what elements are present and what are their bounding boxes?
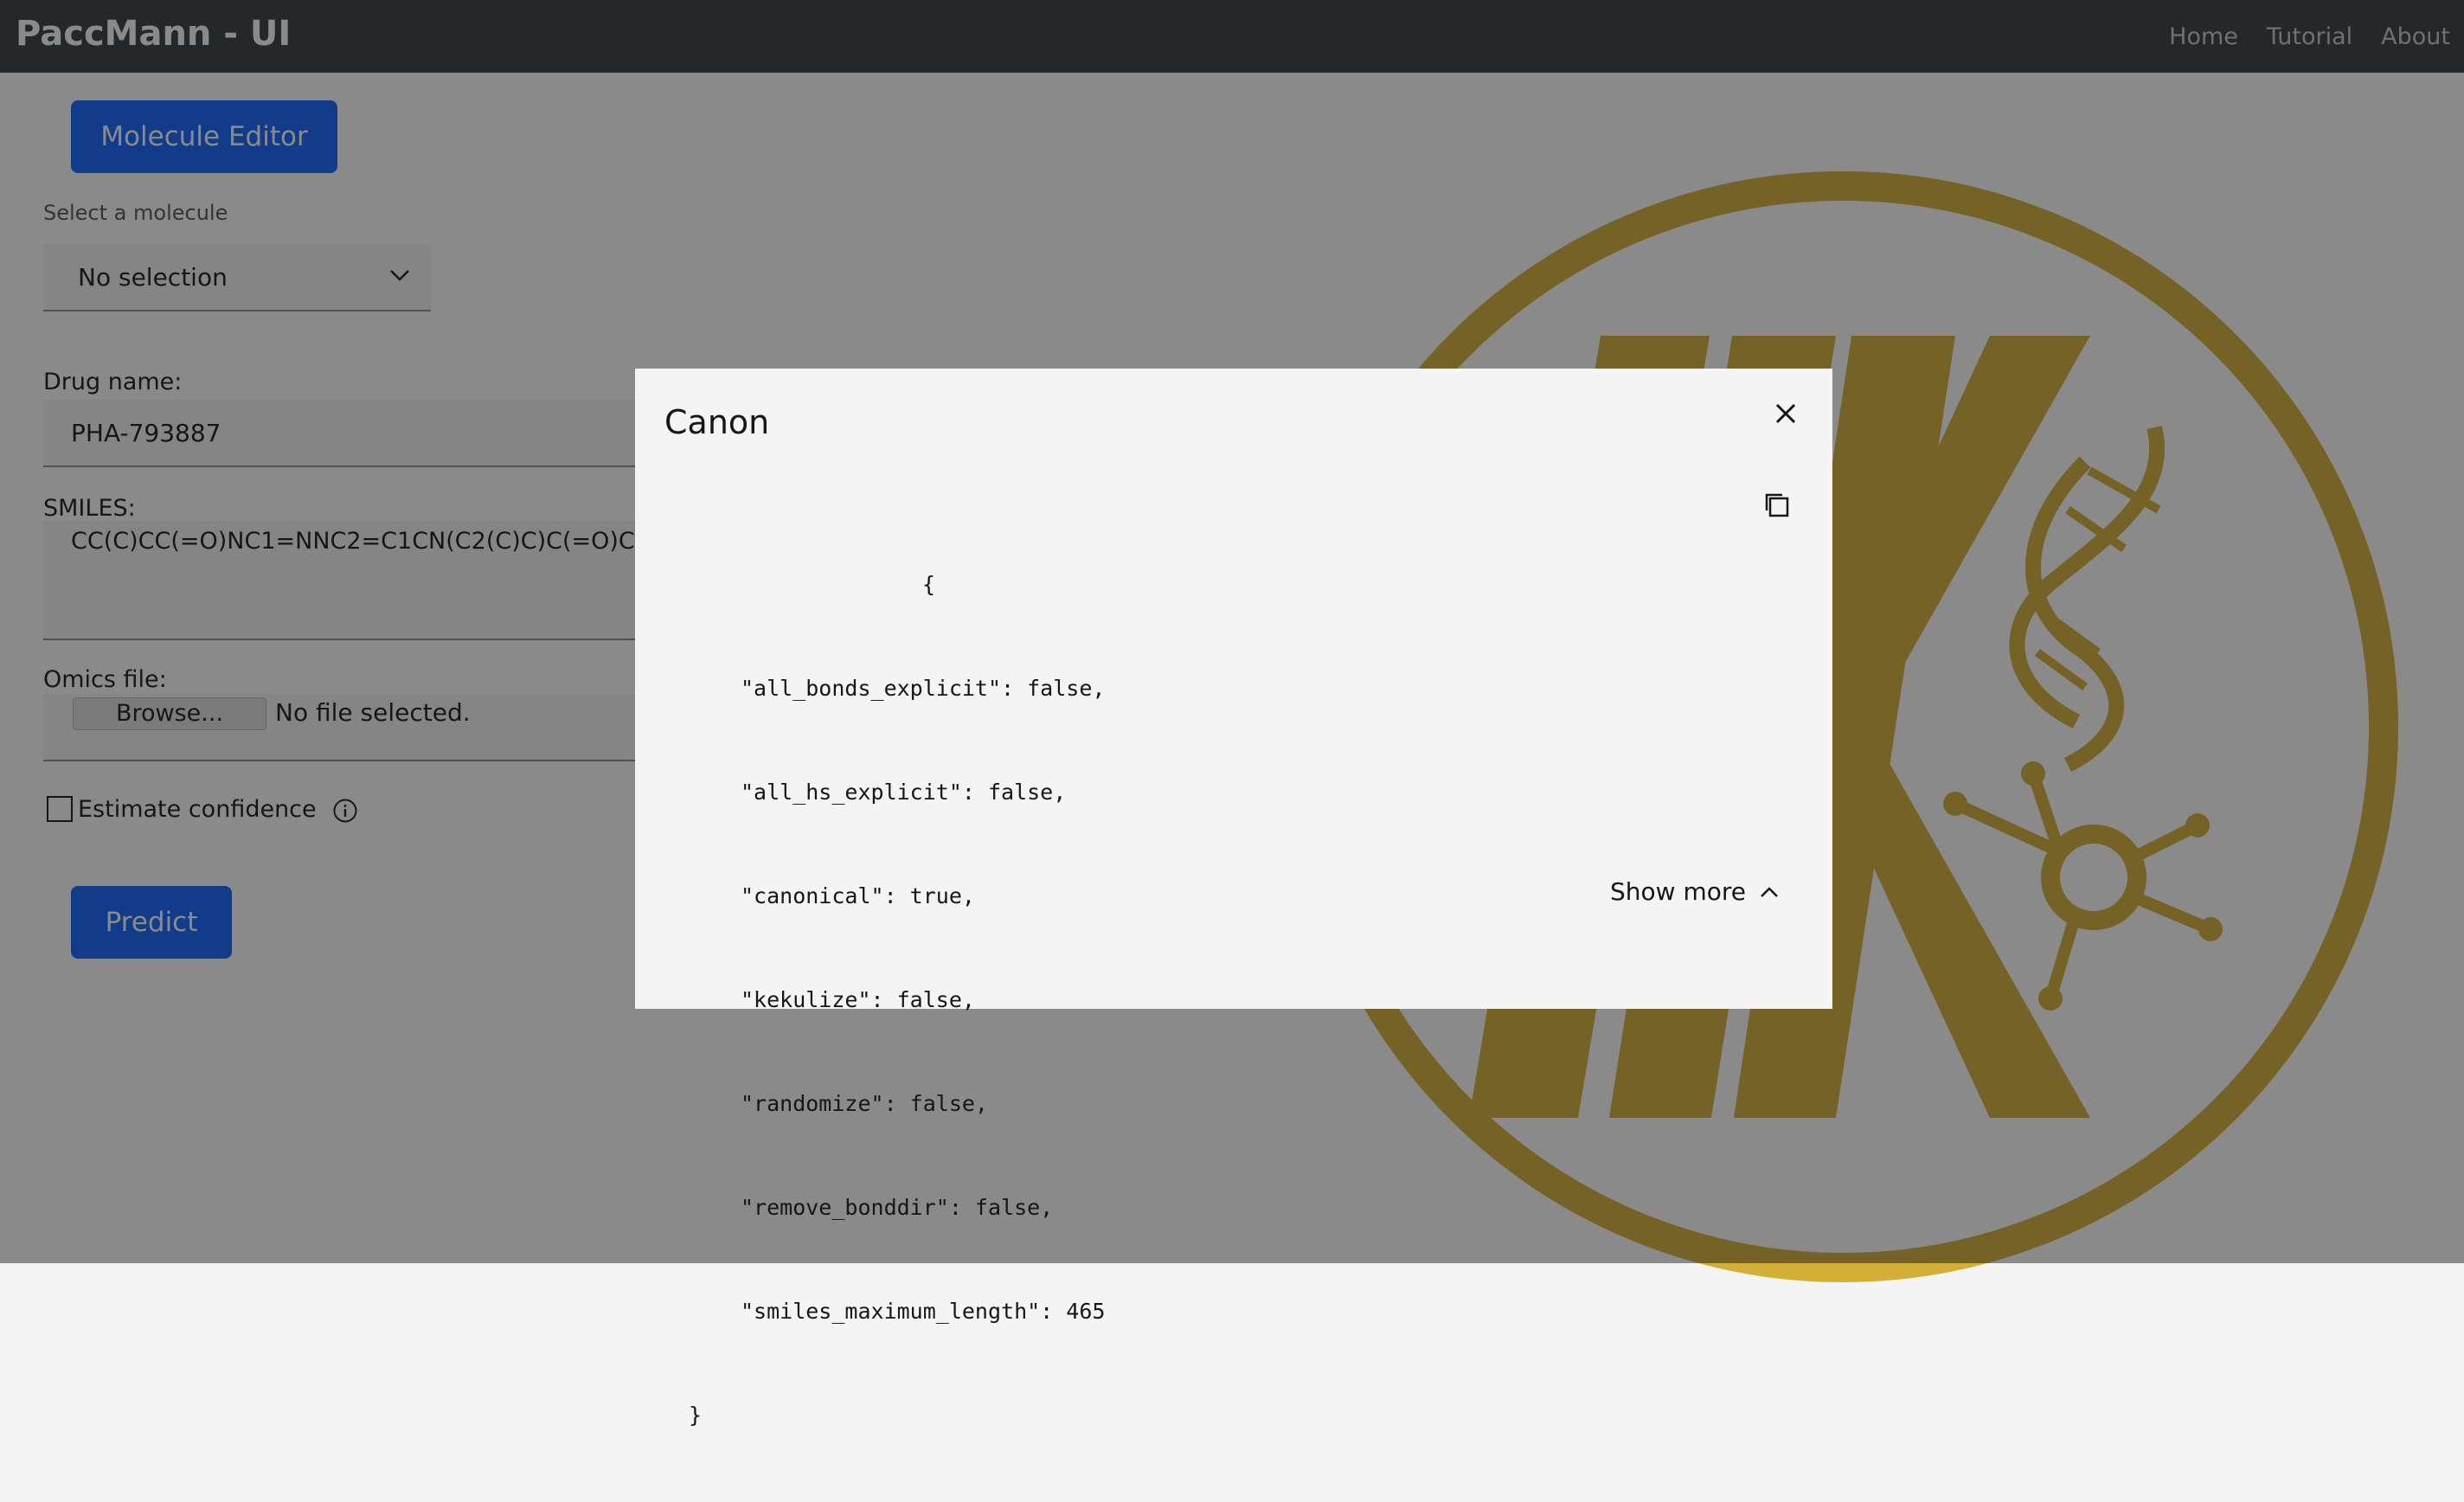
code-line: "kekulize": false,: [741, 987, 975, 1012]
code-line: "all_hs_explicit": false,: [741, 780, 1067, 805]
canon-json-code: { "all_bonds_explicit": false, "all_hs_e…: [689, 498, 1753, 1428]
canon-modal: Canon { "all_bonds_explicit": false, "al…: [635, 369, 1832, 1428]
code-line: }: [689, 1403, 703, 1428]
close-icon[interactable]: [1768, 396, 1803, 431]
code-line: "smiles_maximum_length": 465: [741, 1299, 1106, 1324]
code-line: "remove_bonddir": false,: [741, 1195, 1054, 1220]
modal-title: Canon: [664, 403, 770, 441]
code-line: "all_bonds_explicit": false,: [741, 676, 1106, 701]
code-line: "canonical": true,: [741, 883, 975, 908]
show-more-button[interactable]: Show more: [1610, 877, 1779, 906]
copy-icon[interactable]: [1761, 490, 1793, 521]
chevron-up-icon: [1761, 886, 1778, 897]
show-more-label: Show more: [1610, 877, 1746, 906]
code-line: "randomize": false,: [741, 1091, 988, 1116]
code-line: {: [922, 572, 936, 597]
